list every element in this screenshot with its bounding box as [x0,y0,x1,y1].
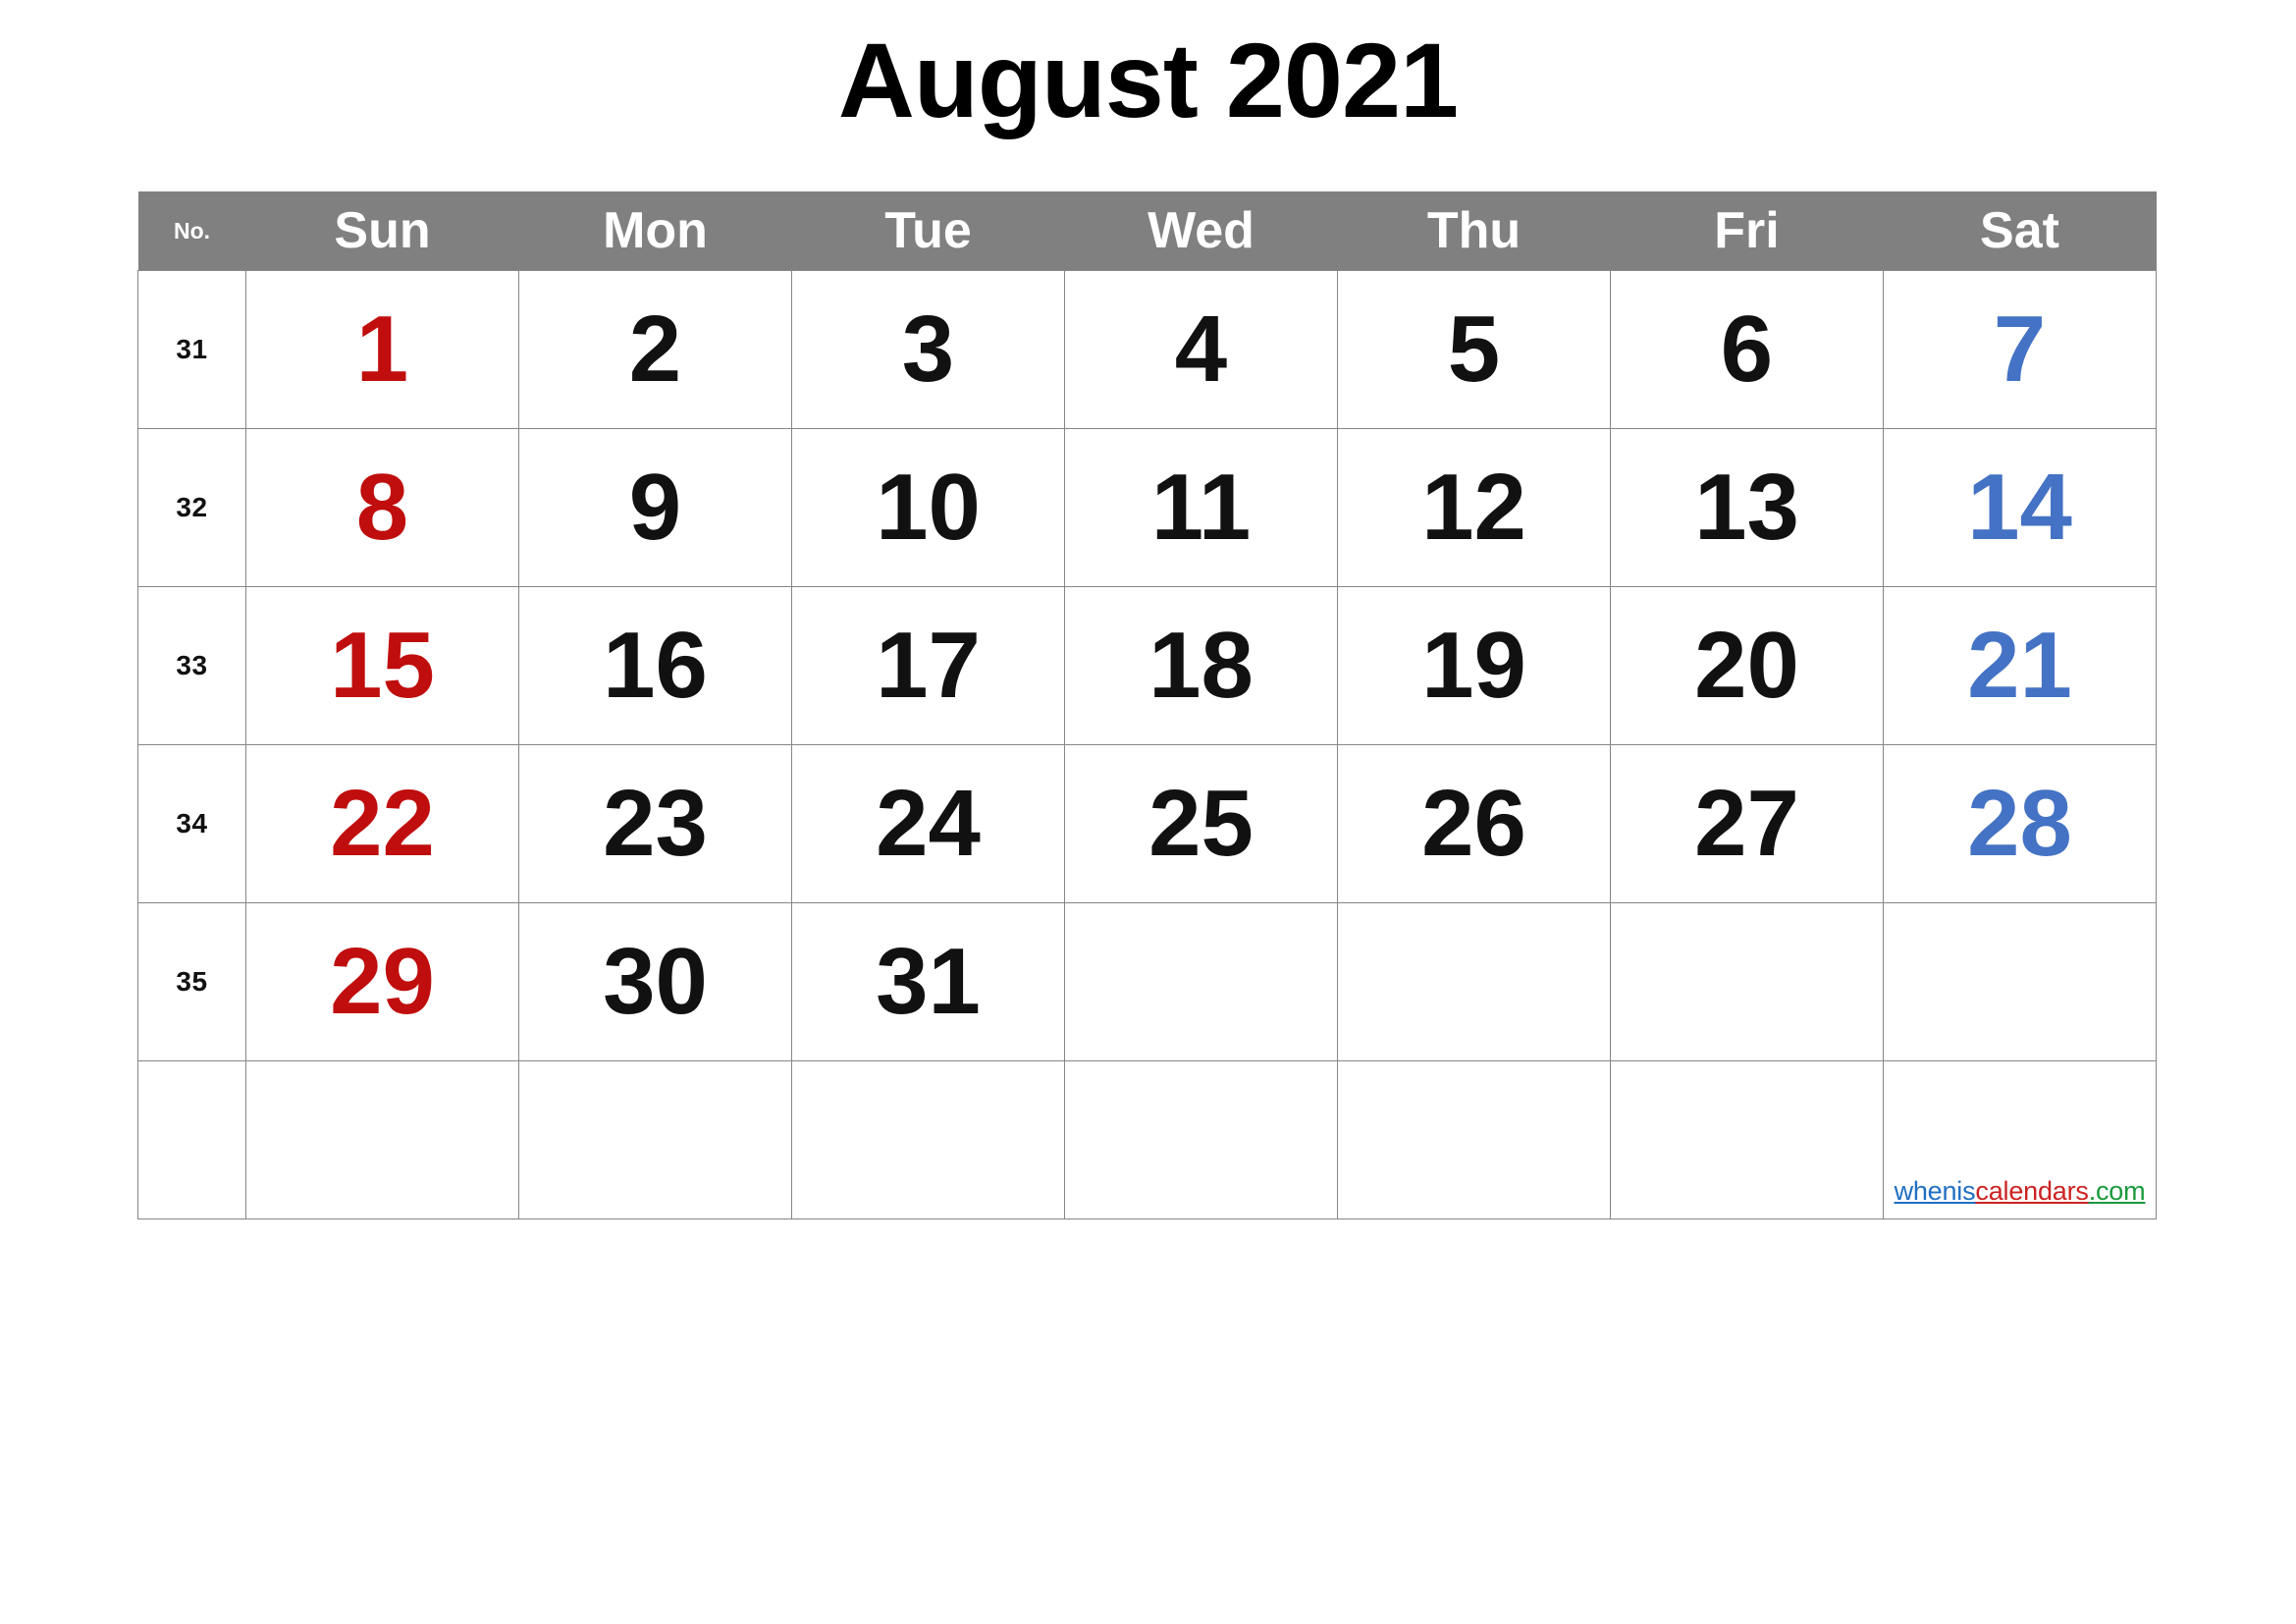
header-day-sun: Sun [245,191,519,271]
day-cell[interactable]: 22 [245,744,519,903]
day-cell[interactable]: 2 [518,270,792,429]
header-day-wed: Wed [1064,191,1338,271]
day-cell[interactable]: 16 [518,586,792,745]
day-cell[interactable]: 9 [518,428,792,587]
calendar-week-row: 34 22 23 24 25 26 27 28 [137,744,2157,903]
day-cell[interactable]: 30 [518,902,792,1061]
week-number-cell: 33 [137,586,246,745]
day-cell[interactable]: 15 [245,586,519,745]
header-week-number: No. [137,191,246,271]
day-cell[interactable]: 12 [1337,428,1611,587]
day-cell [1064,1060,1338,1219]
day-cell[interactable]: 5 [1337,270,1611,429]
day-cell[interactable]: 4 [1064,270,1338,429]
header-day-tue: Tue [791,191,1065,271]
day-cell[interactable] [1064,902,1338,1061]
day-cell[interactable] [1610,902,1884,1061]
day-cell[interactable]: 25 [1064,744,1338,903]
calendar-week-row: 31 1 2 3 4 5 6 7 [137,270,2157,429]
header-day-thu: Thu [1337,191,1611,271]
day-cell [518,1060,792,1219]
day-cell[interactable]: 10 [791,428,1065,587]
credit-part-blue: whenis [1894,1175,1976,1206]
day-cell[interactable]: 29 [245,902,519,1061]
day-cell[interactable]: 18 [1064,586,1338,745]
day-cell [245,1060,519,1219]
credit-part-red: calendars [1975,1175,2089,1206]
week-number-cell [137,1060,246,1219]
page-title: August 2021 [837,21,1459,139]
calendar-week-row: 33 15 16 17 18 19 20 21 [137,586,2157,745]
day-cell[interactable]: 21 [1883,586,2157,745]
site-credit-link[interactable]: wheniscalendars.com [1884,1175,2156,1206]
day-cell[interactable]: 26 [1337,744,1611,903]
day-cell[interactable]: 24 [791,744,1065,903]
credit-part-green: .com [2088,1175,2146,1206]
day-cell[interactable]: 7 [1883,270,2157,429]
week-number-cell: 32 [137,428,246,587]
calendar-week-row: 35 29 30 31 [137,902,2157,1061]
calendar-week-row: 32 8 9 10 11 12 13 14 [137,428,2157,587]
calendar-week-row-blank: wheniscalendars.com [137,1060,2157,1219]
calendar-table: No. Sun Mon Tue Wed Thu Fri Sat 31 1 2 3… [137,191,2157,1219]
day-cell[interactable]: 31 [791,902,1065,1061]
day-cell[interactable] [1337,902,1611,1061]
day-cell[interactable]: 17 [791,586,1065,745]
week-number-cell: 31 [137,270,246,429]
day-cell[interactable]: 20 [1610,586,1884,745]
day-cell[interactable]: 27 [1610,744,1884,903]
header-day-mon: Mon [518,191,792,271]
header-day-sat: Sat [1883,191,2157,271]
day-cell[interactable] [1883,902,2157,1061]
day-cell[interactable]: 1 [245,270,519,429]
calendar-page: August 2021 No. Sun Mon Tue Wed Thu Fri … [0,0,2296,1624]
week-number-cell: 34 [137,744,246,903]
week-number-cell: 35 [137,902,246,1061]
day-cell [791,1060,1065,1219]
day-cell[interactable]: 3 [791,270,1065,429]
day-cell[interactable]: 13 [1610,428,1884,587]
day-cell [1337,1060,1611,1219]
header-day-fri: Fri [1610,191,1884,271]
day-cell[interactable]: 6 [1610,270,1884,429]
day-cell[interactable]: 11 [1064,428,1338,587]
calendar-header-row: No. Sun Mon Tue Wed Thu Fri Sat [137,191,2157,271]
day-cell[interactable]: 14 [1883,428,2157,587]
credit-cell: wheniscalendars.com [1883,1060,2157,1219]
day-cell[interactable]: 8 [245,428,519,587]
day-cell[interactable]: 19 [1337,586,1611,745]
day-cell [1610,1060,1884,1219]
day-cell[interactable]: 28 [1883,744,2157,903]
day-cell[interactable]: 23 [518,744,792,903]
